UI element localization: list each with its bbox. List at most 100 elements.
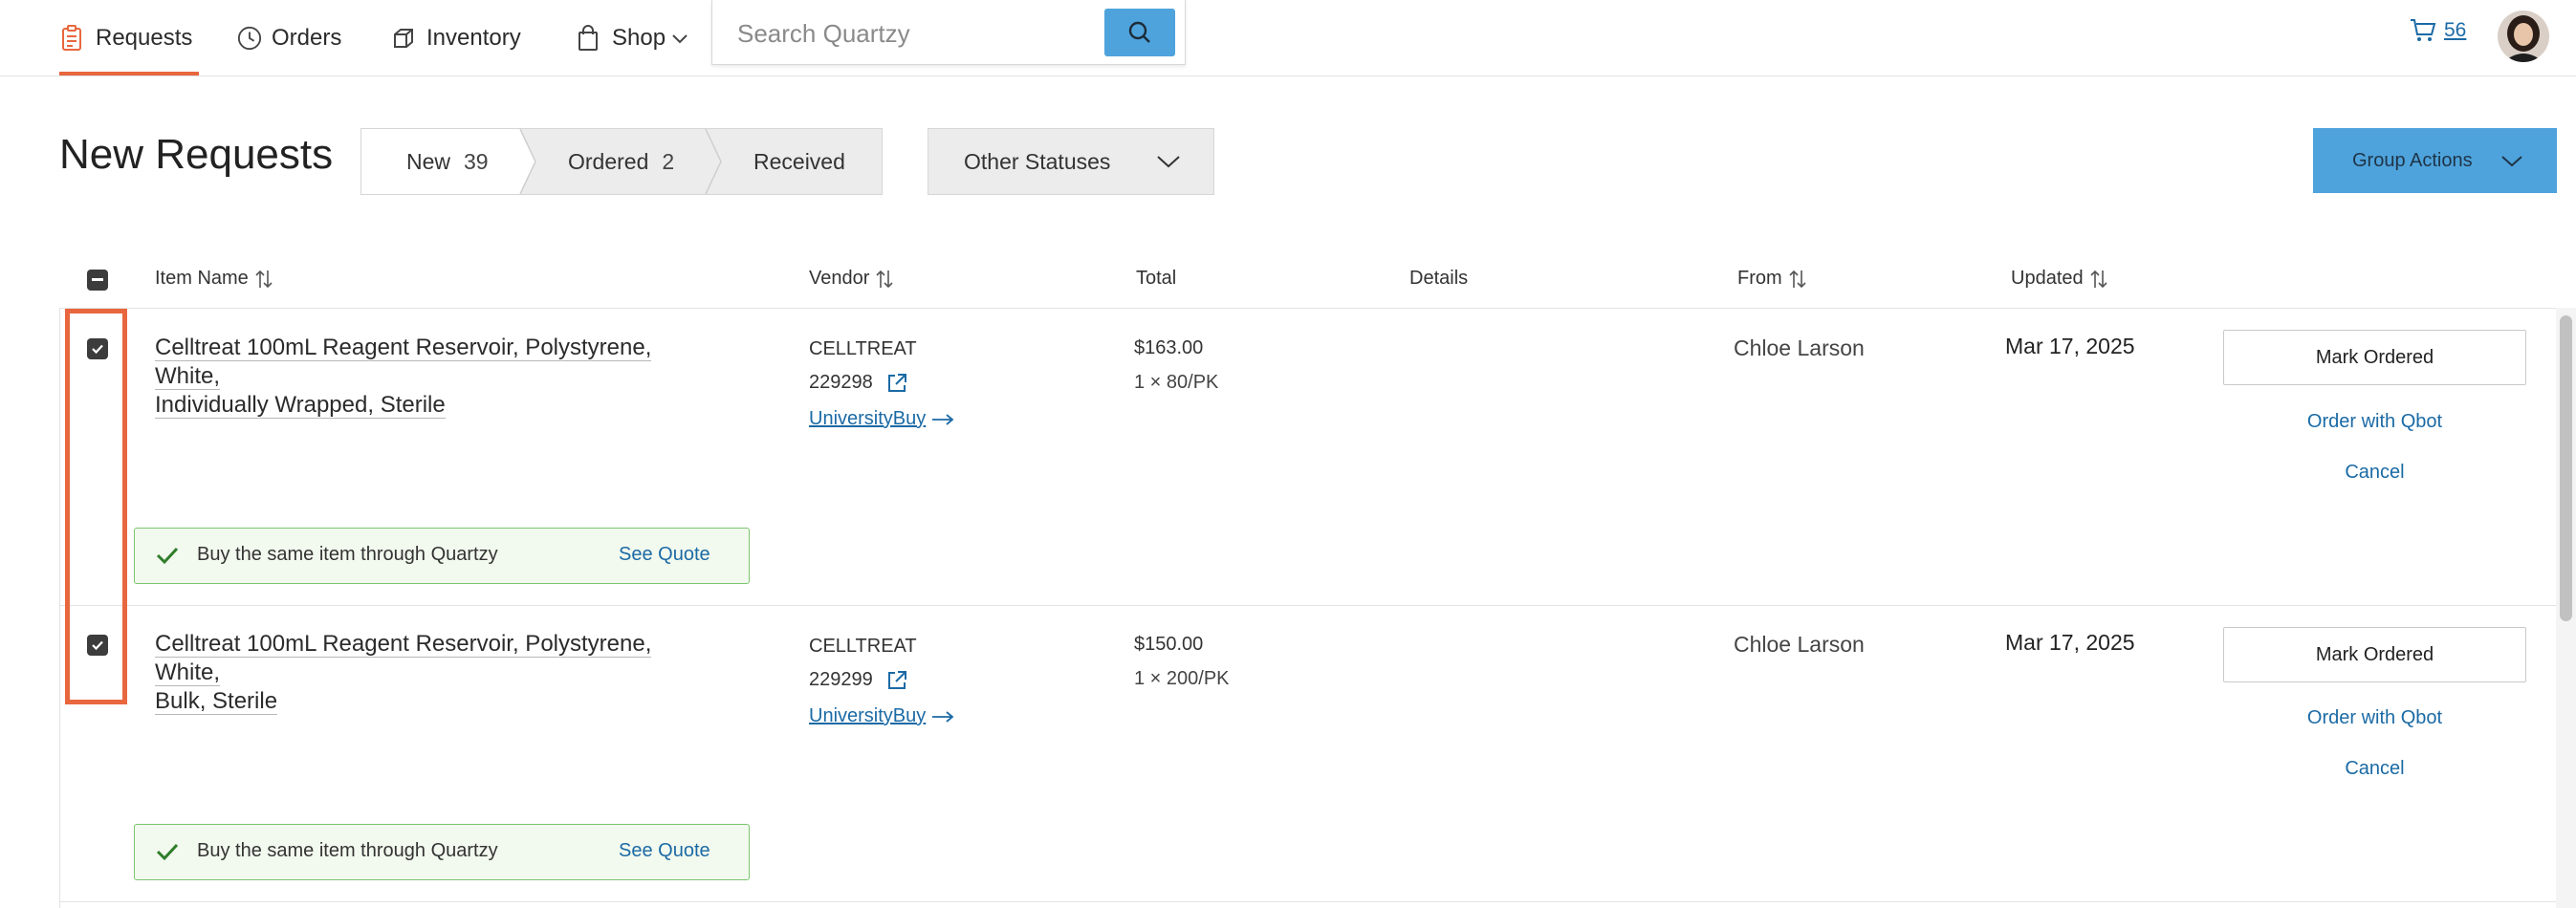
requested-from: Chloe Larson (1734, 632, 1865, 657)
item-name-link[interactable]: Celltreat 100mL Reagent Reservoir, Polys… (155, 334, 719, 420)
order-with-qbot-link[interactable]: Order with Qbot (2223, 707, 2526, 729)
column-total-label: Total (1136, 268, 1177, 289)
tab-new-count: 39 (464, 148, 489, 174)
quote-suggestion: Buy the same item through Quartzy See Qu… (134, 528, 750, 584)
vendor-link[interactable]: UniversityBuy (809, 705, 954, 727)
checkmark-icon (156, 546, 179, 565)
nav-inventory[interactable]: Inventory (392, 0, 521, 76)
column-vendor-label: Vendor (809, 268, 870, 289)
arrow-right-icon (931, 413, 954, 425)
minus-icon (92, 278, 103, 281)
vendor-link[interactable]: UniversityBuy (809, 408, 954, 430)
row-divider (59, 901, 2556, 902)
search-input[interactable] (735, 13, 1131, 54)
search-button[interactable] (1104, 9, 1175, 56)
vendor-name: CELLTREAT (809, 636, 917, 657)
see-quote-link[interactable]: See Quote (619, 544, 710, 566)
tab-new[interactable]: New 39 (406, 129, 489, 194)
column-updated-label: Updated (2011, 268, 2084, 289)
catalog-number-value: 229299 (809, 669, 873, 690)
column-item-name-label: Item Name (155, 268, 249, 289)
quote-suggestion-text: Buy the same item through Quartzy (197, 840, 498, 861)
pack-size: 1 × 80/PK (1134, 372, 1219, 393)
updated-date: Mar 17, 2025 (2005, 334, 2135, 358)
chevron-down-icon (2500, 154, 2523, 168)
order-with-qbot-link[interactable]: Order with Qbot (2223, 411, 2526, 433)
tab-ordered-label: Ordered (568, 148, 649, 174)
sort-icon (875, 269, 894, 290)
page-title: New Requests (59, 131, 334, 178)
tab-ordered-count: 2 (662, 148, 675, 174)
status-tabs: New 39 Ordered 2 Received (360, 128, 883, 195)
tab-new-label: New (406, 148, 451, 174)
external-link-icon[interactable] (886, 670, 907, 691)
clipboard-icon (61, 24, 86, 53)
nav-requests-label: Requests (96, 24, 193, 51)
nav-requests[interactable]: Requests (61, 0, 192, 76)
external-link-icon[interactable] (886, 373, 907, 394)
chevron-down-icon (1156, 154, 1181, 169)
vendor-link-label: UniversityBuy (809, 408, 927, 429)
cart-icon (2410, 18, 2436, 43)
nav-orders[interactable]: Orders (237, 0, 341, 76)
arrow-right-icon (931, 710, 954, 723)
cancel-link[interactable]: Cancel (2223, 462, 2526, 484)
group-actions-label: Group Actions (2352, 149, 2473, 171)
cancel-link[interactable]: Cancel (2223, 758, 2526, 780)
user-avatar[interactable] (2498, 11, 2549, 62)
other-statuses-label: Other Statuses (964, 148, 1111, 174)
catalog-number: 229299 (809, 669, 907, 691)
select-all-checkbox[interactable] (87, 270, 108, 291)
mark-ordered-button[interactable]: Mark Ordered (2223, 627, 2526, 682)
nav-shop[interactable]: Shop (578, 0, 688, 76)
sort-icon (254, 269, 273, 290)
item-name-link[interactable]: Celltreat 100mL Reagent Reservoir, Polys… (155, 630, 719, 716)
column-from-label: From (1737, 268, 1782, 289)
column-vendor[interactable]: Vendor (809, 268, 894, 290)
tab-ordered[interactable]: Ordered 2 (568, 129, 674, 194)
search-icon (1127, 20, 1152, 45)
cart-button[interactable]: 56 (2410, 18, 2466, 43)
pack-size: 1 × 200/PK (1134, 668, 1230, 689)
shopping-bag-icon (578, 24, 602, 53)
active-nav-indicator (59, 72, 199, 76)
search-bar (711, 0, 1186, 65)
column-total: Total (1136, 268, 1176, 290)
header-divider (59, 308, 2556, 309)
mark-ordered-button[interactable]: Mark Ordered (2223, 330, 2526, 385)
row-divider (59, 605, 2556, 606)
quote-suggestion-text: Buy the same item through Quartzy (197, 544, 498, 565)
item-name-line: Bulk, Sterile (155, 688, 278, 715)
column-from[interactable]: From (1737, 268, 1807, 290)
sort-icon (1788, 269, 1807, 290)
table-left-border (59, 308, 60, 908)
column-item-name[interactable]: Item Name (155, 268, 273, 290)
cart-count: 56 (2444, 19, 2467, 41)
other-statuses-dropdown[interactable]: Other Statuses (928, 128, 1214, 195)
updated-date: Mar 17, 2025 (2005, 630, 2135, 655)
quote-suggestion: Buy the same item through Quartzy See Qu… (134, 824, 750, 880)
group-actions-button[interactable]: Group Actions (2313, 128, 2557, 193)
catalog-number: 229298 (809, 372, 907, 394)
box-icon (392, 24, 417, 53)
scrollbar-thumb[interactable] (2560, 315, 2572, 621)
requested-from: Chloe Larson (1734, 335, 1865, 360)
catalog-number-value: 229298 (809, 372, 873, 393)
nav-orders-label: Orders (272, 24, 342, 51)
checkmark-icon (156, 842, 179, 861)
selection-highlight (65, 309, 127, 704)
clock-icon (237, 24, 262, 53)
item-name-line: Individually Wrapped, Sterile (155, 392, 446, 419)
column-updated[interactable]: Updated (2011, 268, 2108, 290)
total-price: $163.00 (1134, 337, 1204, 358)
tab-received[interactable]: Received (753, 129, 845, 194)
item-name-line: Celltreat 100mL Reagent Reservoir, Polys… (155, 631, 652, 686)
top-navigation: Requests Orders Inventory Shop Search Qu… (0, 0, 2576, 76)
column-details-label: Details (1409, 268, 1469, 289)
nav-inventory-label: Inventory (426, 24, 521, 51)
vendor-name: CELLTREAT (809, 338, 917, 359)
column-details: Details (1409, 268, 1468, 290)
tab-received-label: Received (753, 148, 845, 174)
see-quote-link[interactable]: See Quote (619, 840, 710, 862)
chevron-down-icon (671, 32, 688, 44)
